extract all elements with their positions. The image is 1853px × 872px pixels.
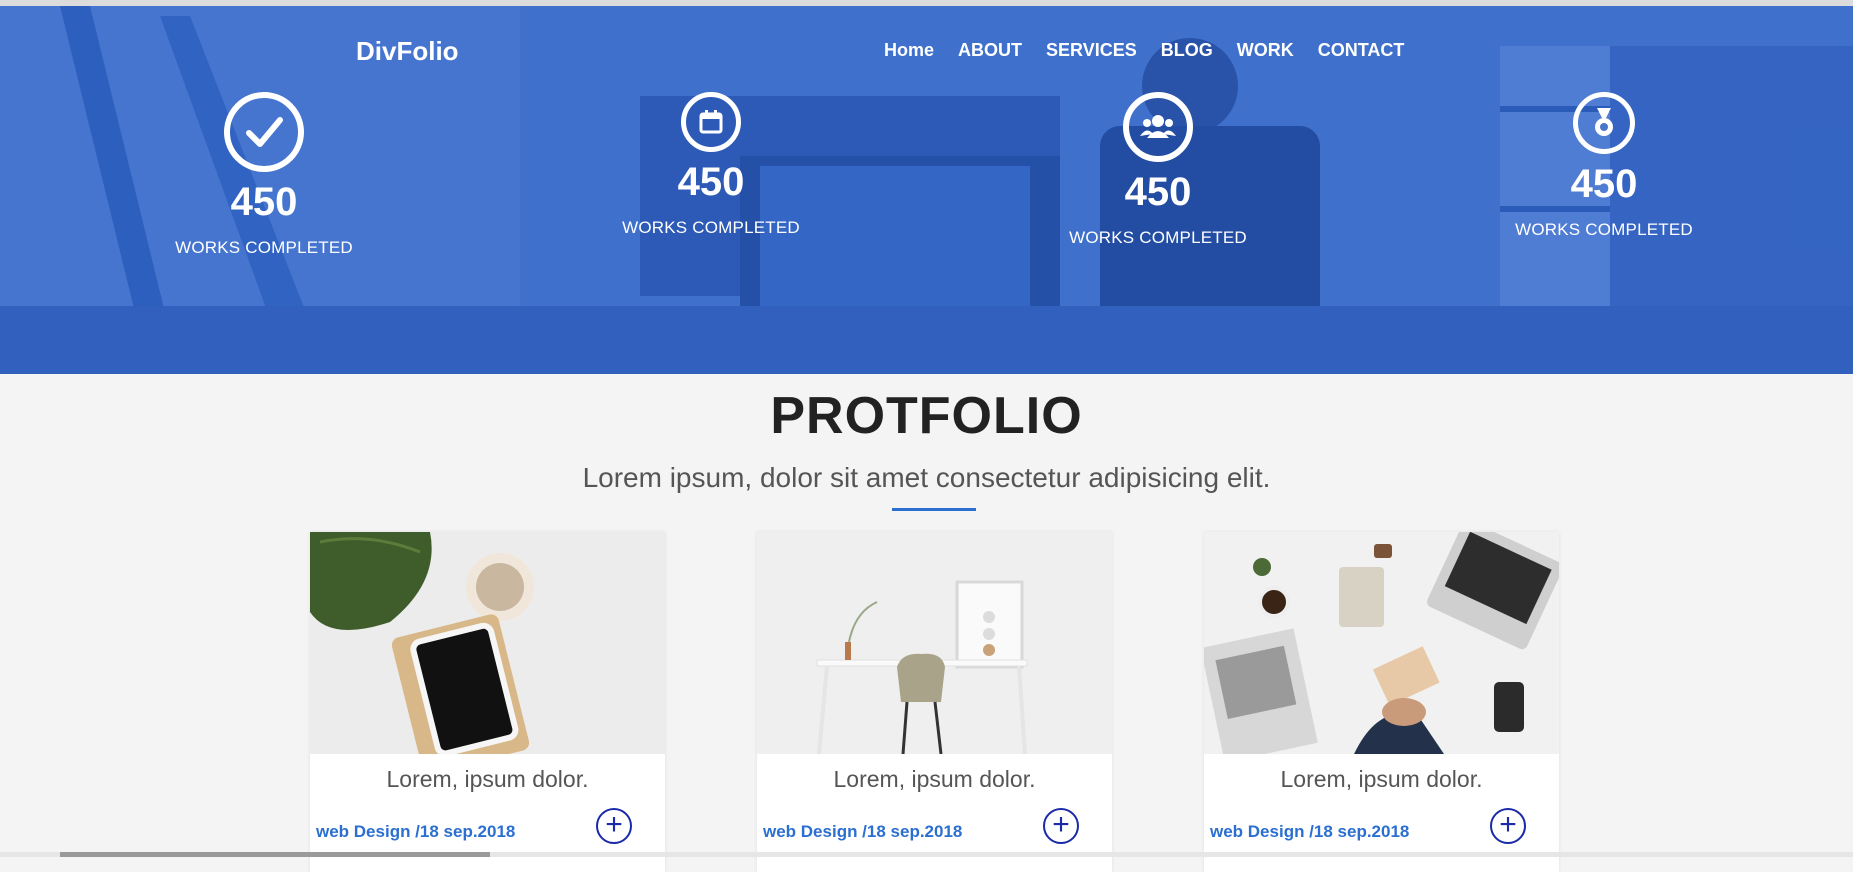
stat-label: WORKS COMPLETED [1069, 228, 1247, 247]
hero-section: DivFolio Home ABOUT SERVICES BLOG WORK C… [0, 6, 1853, 374]
card-meta[interactable]: web Design /18 sep.2018 [763, 822, 962, 842]
plus-icon[interactable]: + [1043, 808, 1079, 844]
portfolio-card[interactable]: Lorem, ipsum dolor. web Design /18 sep.2… [1204, 532, 1559, 872]
stat-label: WORKS COMPLETED [1515, 220, 1693, 239]
nav-home[interactable]: Home [884, 40, 934, 61]
main-nav: Home ABOUT SERVICES BLOG WORK CONTACT [884, 40, 1428, 61]
card-image [757, 532, 1112, 754]
card-meta[interactable]: web Design /18 sep.2018 [316, 822, 515, 842]
stat-value: 450 [230, 180, 298, 224]
stat-value: 450 [1124, 170, 1192, 214]
plus-icon[interactable]: + [1490, 808, 1526, 844]
nav-about[interactable]: ABOUT [958, 40, 1022, 61]
section-title: PROTFOLIO [770, 387, 1083, 445]
stat-item: 450 WORKS COMPLETED [1504, 92, 1704, 240]
users-icon [1123, 92, 1193, 162]
nav-contact[interactable]: CONTACT [1318, 40, 1405, 61]
calendar-icon [681, 92, 741, 152]
stat-value: 450 [677, 160, 745, 204]
portfolio-card[interactable]: Lorem, ipsum dolor. web Design /18 sep.2… [757, 532, 1112, 872]
card-image [310, 532, 665, 754]
check-icon [224, 92, 304, 172]
stat-label: WORKS COMPLETED [175, 238, 353, 257]
nav-work[interactable]: WORK [1237, 40, 1294, 61]
nav-services[interactable]: SERVICES [1046, 40, 1137, 61]
horizontal-scrollbar[interactable] [0, 852, 1853, 857]
card-meta[interactable]: web Design /18 sep.2018 [1210, 822, 1409, 842]
brand-logo[interactable]: DivFolio [356, 36, 459, 67]
scrollbar-thumb[interactable] [60, 852, 490, 857]
section-subtitle: Lorem ipsum, dolor sit amet consectetur … [582, 462, 1271, 493]
card-title: Lorem, ipsum dolor. [1280, 766, 1483, 792]
title-underline [892, 508, 976, 511]
stat-value: 450 [1570, 162, 1638, 206]
plus-icon[interactable]: + [596, 808, 632, 844]
stat-item: 450 WORKS COMPLETED [611, 92, 811, 238]
medal-icon [1573, 92, 1635, 154]
card-title: Lorem, ipsum dolor. [386, 766, 589, 792]
nav-blog[interactable]: BLOG [1161, 40, 1213, 61]
portfolio-card[interactable]: Lorem, ipsum dolor. web Design /18 sep.2… [310, 532, 665, 872]
card-title: Lorem, ipsum dolor. [833, 766, 1036, 792]
stat-item: 450 WORKS COMPLETED [164, 92, 364, 258]
card-image [1204, 532, 1559, 754]
stat-label: WORKS COMPLETED [622, 218, 800, 237]
stat-item: 450 WORKS COMPLETED [1058, 92, 1258, 248]
